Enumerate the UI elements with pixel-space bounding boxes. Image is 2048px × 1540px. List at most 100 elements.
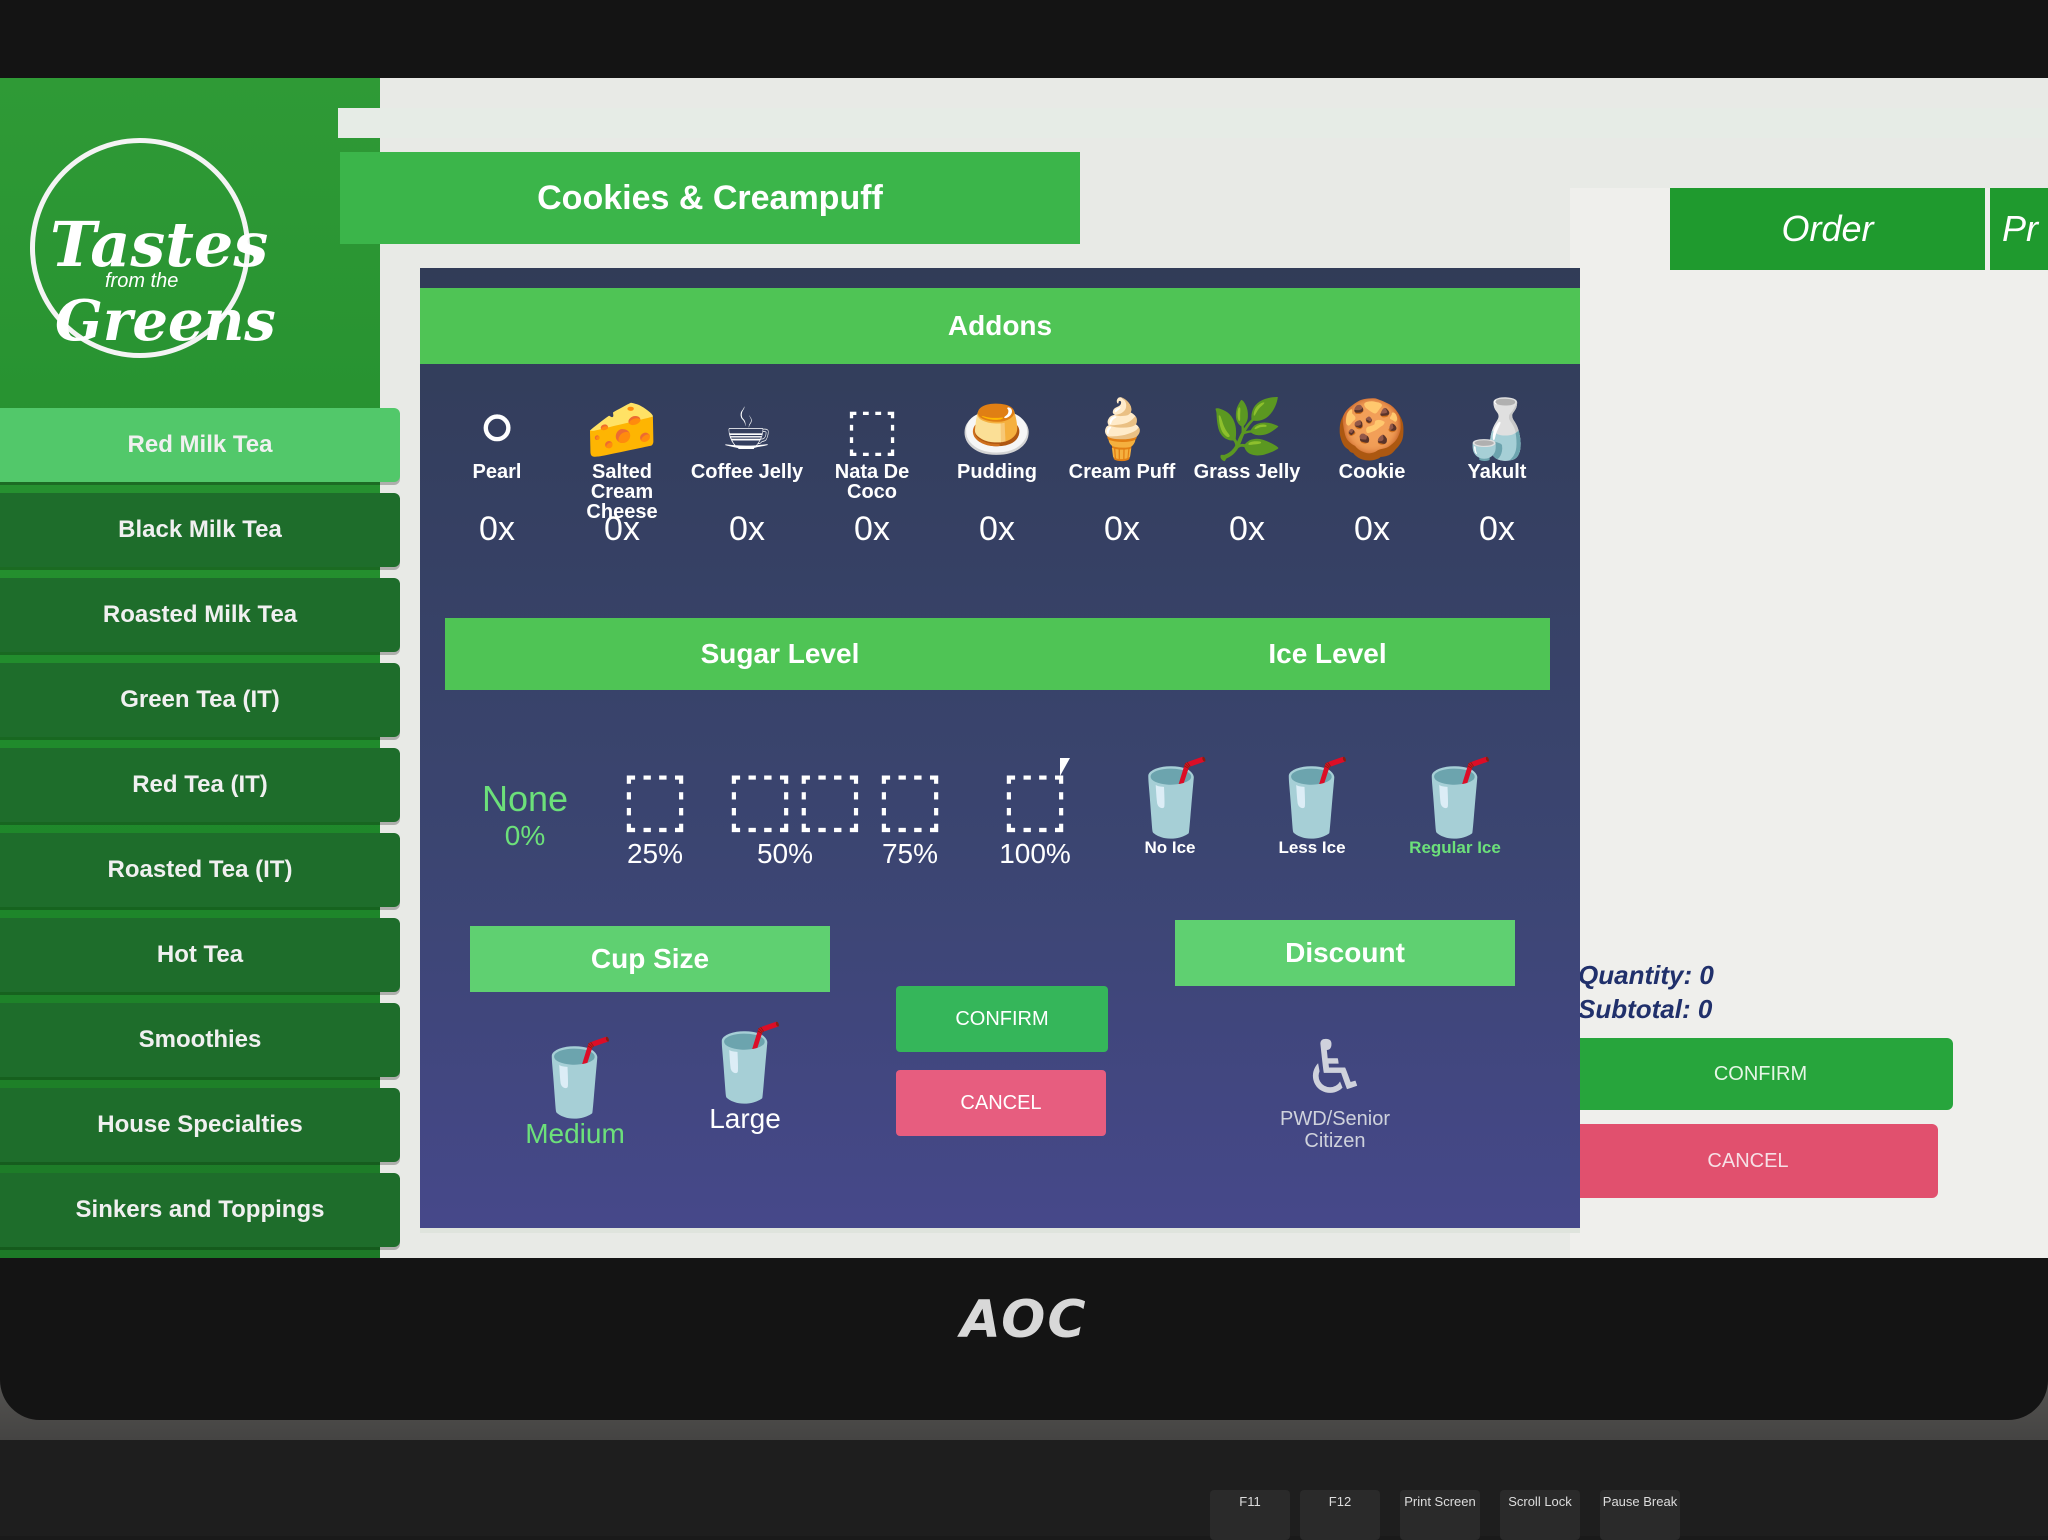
sugar-cube-icon: ⬚ bbox=[1000, 756, 1070, 839]
glass-icon: 🥤 bbox=[1265, 756, 1359, 839]
addon-coffee-jelly[interactable]: ☕ Coffee Jelly 0x bbox=[687, 398, 807, 549]
cookie-icon: 🍪 bbox=[1335, 397, 1409, 462]
addon-pearl[interactable]: ⚪ Pearl 0x bbox=[437, 398, 557, 549]
monitor-brand: AOC bbox=[960, 1290, 1088, 1350]
addon-label: Salted Cream Cheese bbox=[586, 461, 658, 523]
pearl-icon: ⚪ bbox=[472, 397, 522, 462]
addon-nata-de-coco[interactable]: ⬚ Nata De Coco 0x bbox=[812, 398, 932, 549]
addon-count: 0x bbox=[729, 510, 765, 548]
ice-option-less[interactable]: 🥤 Less Ice bbox=[1262, 758, 1362, 858]
dialog-cancel-button[interactable]: CANCEL bbox=[896, 1070, 1106, 1136]
ice-label: Regular Ice bbox=[1409, 838, 1501, 857]
pos-screen: Tastes from the Greens Red Milk Tea Blac… bbox=[0, 78, 2048, 1258]
sugar-cube-icon: ⬚⬚ bbox=[725, 756, 865, 839]
bottle-icon: 🍶 bbox=[1460, 397, 1534, 462]
subtotal-text: Subtotal: 0 bbox=[1578, 994, 1713, 1024]
addon-count: 0x bbox=[604, 510, 640, 548]
discount-pwd-senior[interactable]: ♿ PWD/Senior Citizen bbox=[1255, 1026, 1415, 1153]
sidebar-item-roasted-tea[interactable]: Roasted Tea (IT) bbox=[0, 833, 400, 907]
cube-icon: ⬚ bbox=[844, 397, 900, 462]
cup-label: Medium bbox=[525, 1118, 625, 1149]
grass-icon: 🌿 bbox=[1210, 397, 1284, 462]
coffee-jelly-icon: ☕ bbox=[721, 397, 773, 462]
sidebar-item-house-specialties[interactable]: House Specialties bbox=[0, 1088, 400, 1162]
sugar-option-75[interactable]: ⬚ 75% bbox=[860, 758, 960, 870]
sidebar-item-roasted-milk-tea[interactable]: Roasted Milk Tea bbox=[0, 578, 400, 652]
addon-yakult[interactable]: 🍶 Yakult 0x bbox=[1437, 398, 1557, 549]
addon-count: 0x bbox=[1229, 510, 1265, 548]
sidebar-item-smoothies[interactable]: Smoothies bbox=[0, 1003, 400, 1077]
addon-count: 0x bbox=[1104, 510, 1140, 548]
key-f11: F11 bbox=[1210, 1490, 1290, 1540]
tab-order[interactable]: Order bbox=[1670, 188, 1985, 270]
sidebar-item-black-milk-tea[interactable]: Black Milk Tea bbox=[0, 493, 400, 567]
sidebar-item-sinkers-toppings[interactable]: Sinkers and Toppings bbox=[0, 1173, 400, 1247]
ice-label: Less Ice bbox=[1278, 838, 1346, 857]
addon-cream-puff[interactable]: 🍦 Cream Puff 0x bbox=[1062, 398, 1182, 549]
sugar-option-none[interactable]: None 0% bbox=[470, 778, 580, 852]
addon-label: Yakult bbox=[1467, 461, 1527, 483]
cup-size-header: Cup Size bbox=[470, 926, 830, 992]
addon-label: Pearl bbox=[472, 461, 522, 483]
addon-salted-cream-cheese[interactable]: 🧀 Salted Cream Cheese 0x bbox=[562, 398, 682, 549]
addon-cookie[interactable]: 🍪 Cookie 0x bbox=[1312, 398, 1432, 549]
sidebar-item-green-tea[interactable]: Green Tea (IT) bbox=[0, 663, 400, 737]
sidebar-item-red-milk-tea[interactable]: Red Milk Tea bbox=[0, 408, 400, 482]
logo-line3: Greens bbox=[55, 288, 276, 354]
cream-icon: 🍦 bbox=[1085, 397, 1159, 462]
keyboard bbox=[0, 1440, 2048, 1536]
ice-option-none[interactable]: 🥤 No Ice bbox=[1125, 756, 1218, 858]
addon-count: 0x bbox=[1479, 510, 1515, 548]
top-bar bbox=[338, 108, 2048, 138]
sugar-pct: 50% bbox=[756, 838, 814, 869]
addon-count: 0x bbox=[979, 510, 1015, 548]
discount-header: Discount bbox=[1175, 920, 1515, 986]
order-cancel-button[interactable]: CANCEL bbox=[1558, 1124, 1938, 1198]
addon-count: 0x bbox=[1354, 510, 1390, 548]
addon-label: Pudding bbox=[957, 461, 1037, 483]
sidebar-item-red-tea[interactable]: Red Tea (IT) bbox=[0, 748, 400, 822]
sugar-pct: 25% bbox=[626, 838, 684, 869]
sidebar: Tastes from the Greens Red Milk Tea Blac… bbox=[0, 78, 400, 1258]
category-title: Cookies & Creampuff bbox=[340, 152, 1080, 244]
addon-count: 0x bbox=[854, 510, 890, 548]
pudding-icon: 🍮 bbox=[960, 397, 1034, 462]
order-summary: Quantity: 0 Subtotal: 0 bbox=[1578, 958, 1714, 1026]
sugar-cube-icon: ⬚ bbox=[875, 756, 945, 839]
addon-label: Coffee Jelly bbox=[690, 461, 804, 483]
cup-option-medium[interactable]: 🥤 Medium bbox=[515, 1038, 635, 1150]
sugar-cube-icon: ⬚ bbox=[620, 756, 690, 839]
cup-option-large[interactable]: 🥤 Large bbox=[690, 1023, 800, 1135]
brand-logo: Tastes from the Greens bbox=[10, 98, 276, 388]
cup-large-icon: 🥤 bbox=[698, 1021, 792, 1104]
glass-icon: 🥤 bbox=[1125, 756, 1218, 839]
dialog-confirm-button[interactable]: CONFIRM bbox=[896, 986, 1108, 1052]
cup-medium-icon: 🥤 bbox=[528, 1036, 622, 1119]
ice-label: No Ice bbox=[1144, 838, 1196, 857]
addon-count: 0x bbox=[479, 510, 515, 548]
order-confirm-button[interactable]: CONFIRM bbox=[1568, 1038, 1953, 1110]
sidebar-item-hot-tea[interactable]: Hot Tea bbox=[0, 918, 400, 992]
addon-grass-jelly[interactable]: 🌿 Grass Jelly 0x bbox=[1187, 398, 1307, 549]
sugar-none-label: None bbox=[481, 778, 569, 819]
addons-header: Addons bbox=[420, 288, 1580, 364]
addon-label: Grass Jelly bbox=[1193, 461, 1301, 483]
ice-option-regular[interactable]: 🥤 Regular Ice bbox=[1400, 758, 1510, 858]
sugar-option-50[interactable]: ⬚⬚ 50% bbox=[725, 756, 865, 870]
key-pause-break: Pause Break bbox=[1600, 1490, 1680, 1540]
addon-label: Nata De Coco bbox=[834, 461, 910, 503]
sugar-option-100[interactable]: ⬚ 100% bbox=[985, 758, 1085, 870]
category-menu: Red Milk Tea Black Milk Tea Roasted Milk… bbox=[0, 408, 400, 1258]
wheelchair-icon: ♿ bbox=[1301, 1026, 1369, 1109]
cup-label: Large bbox=[709, 1103, 781, 1134]
sugar-option-25[interactable]: ⬚ 25% bbox=[610, 758, 700, 870]
quantity-text: Quantity: 0 bbox=[1578, 960, 1714, 990]
discount-label: PWD/Senior Citizen bbox=[1279, 1108, 1391, 1152]
addon-label: Cream Puff bbox=[1068, 461, 1176, 483]
sugar-level-header: Sugar Level bbox=[445, 618, 1115, 690]
tab-second[interactable]: Pr bbox=[1990, 188, 2048, 270]
key-print-screen: Print Screen bbox=[1400, 1490, 1480, 1540]
sugar-pct: 75% bbox=[881, 838, 939, 869]
addon-pudding[interactable]: 🍮 Pudding 0x bbox=[937, 398, 1057, 549]
glass-ice-icon: 🥤 bbox=[1408, 756, 1502, 839]
